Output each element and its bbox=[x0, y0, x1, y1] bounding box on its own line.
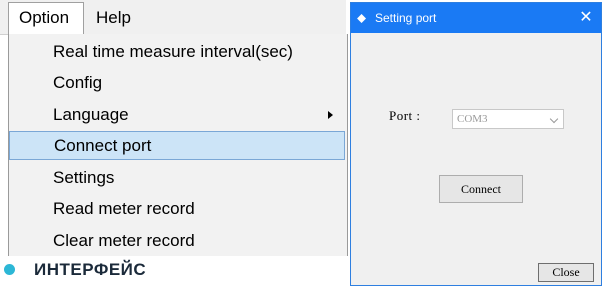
bullet-icon bbox=[4, 264, 15, 275]
menu-item-language[interactable]: Language bbox=[9, 100, 345, 129]
menu-item-settings[interactable]: Settings bbox=[9, 163, 345, 192]
menu-item-read-meter-record[interactable]: Read meter record bbox=[9, 194, 345, 223]
submenu-arrow-icon bbox=[328, 111, 333, 119]
menu-item-config[interactable]: Config bbox=[9, 68, 345, 97]
dialog-title: Setting port bbox=[375, 11, 437, 25]
dialog-titlebar[interactable]: ⬥ Setting port ✕ bbox=[351, 3, 601, 33]
chevron-down-icon bbox=[549, 114, 559, 124]
section-heading: ИНТЕРФЕЙС bbox=[34, 260, 147, 279]
menu-help[interactable]: Help bbox=[84, 2, 154, 34]
menubar: Option Help bbox=[0, 0, 346, 35]
port-select-value: COM3 bbox=[457, 113, 488, 125]
option-menu-panel: Option Help Real time measure interval(s… bbox=[0, 0, 348, 256]
menu-item-clear-meter-record[interactable]: Clear meter record bbox=[9, 226, 345, 255]
menu-item-connect-port[interactable]: Connect port bbox=[9, 131, 345, 160]
menu-item-real-time-interval[interactable]: Real time measure interval(sec) bbox=[9, 37, 345, 66]
port-select[interactable]: COM3 bbox=[452, 109, 564, 129]
menu-item-language-label: Language bbox=[53, 105, 129, 124]
setting-port-dialog: ⬥ Setting port ✕ Port : COM3 Connect Clo… bbox=[350, 2, 602, 286]
settings-diamond-icon: ⬥ bbox=[357, 10, 367, 25]
close-button[interactable]: Close bbox=[538, 263, 594, 282]
option-dropdown: Real time measure interval(sec) Config L… bbox=[8, 34, 348, 256]
port-label: Port : bbox=[389, 108, 421, 123]
connect-button[interactable]: Connect bbox=[439, 175, 523, 203]
menu-option[interactable]: Option bbox=[8, 2, 84, 34]
dialog-close-icon[interactable]: ✕ bbox=[575, 7, 597, 29]
